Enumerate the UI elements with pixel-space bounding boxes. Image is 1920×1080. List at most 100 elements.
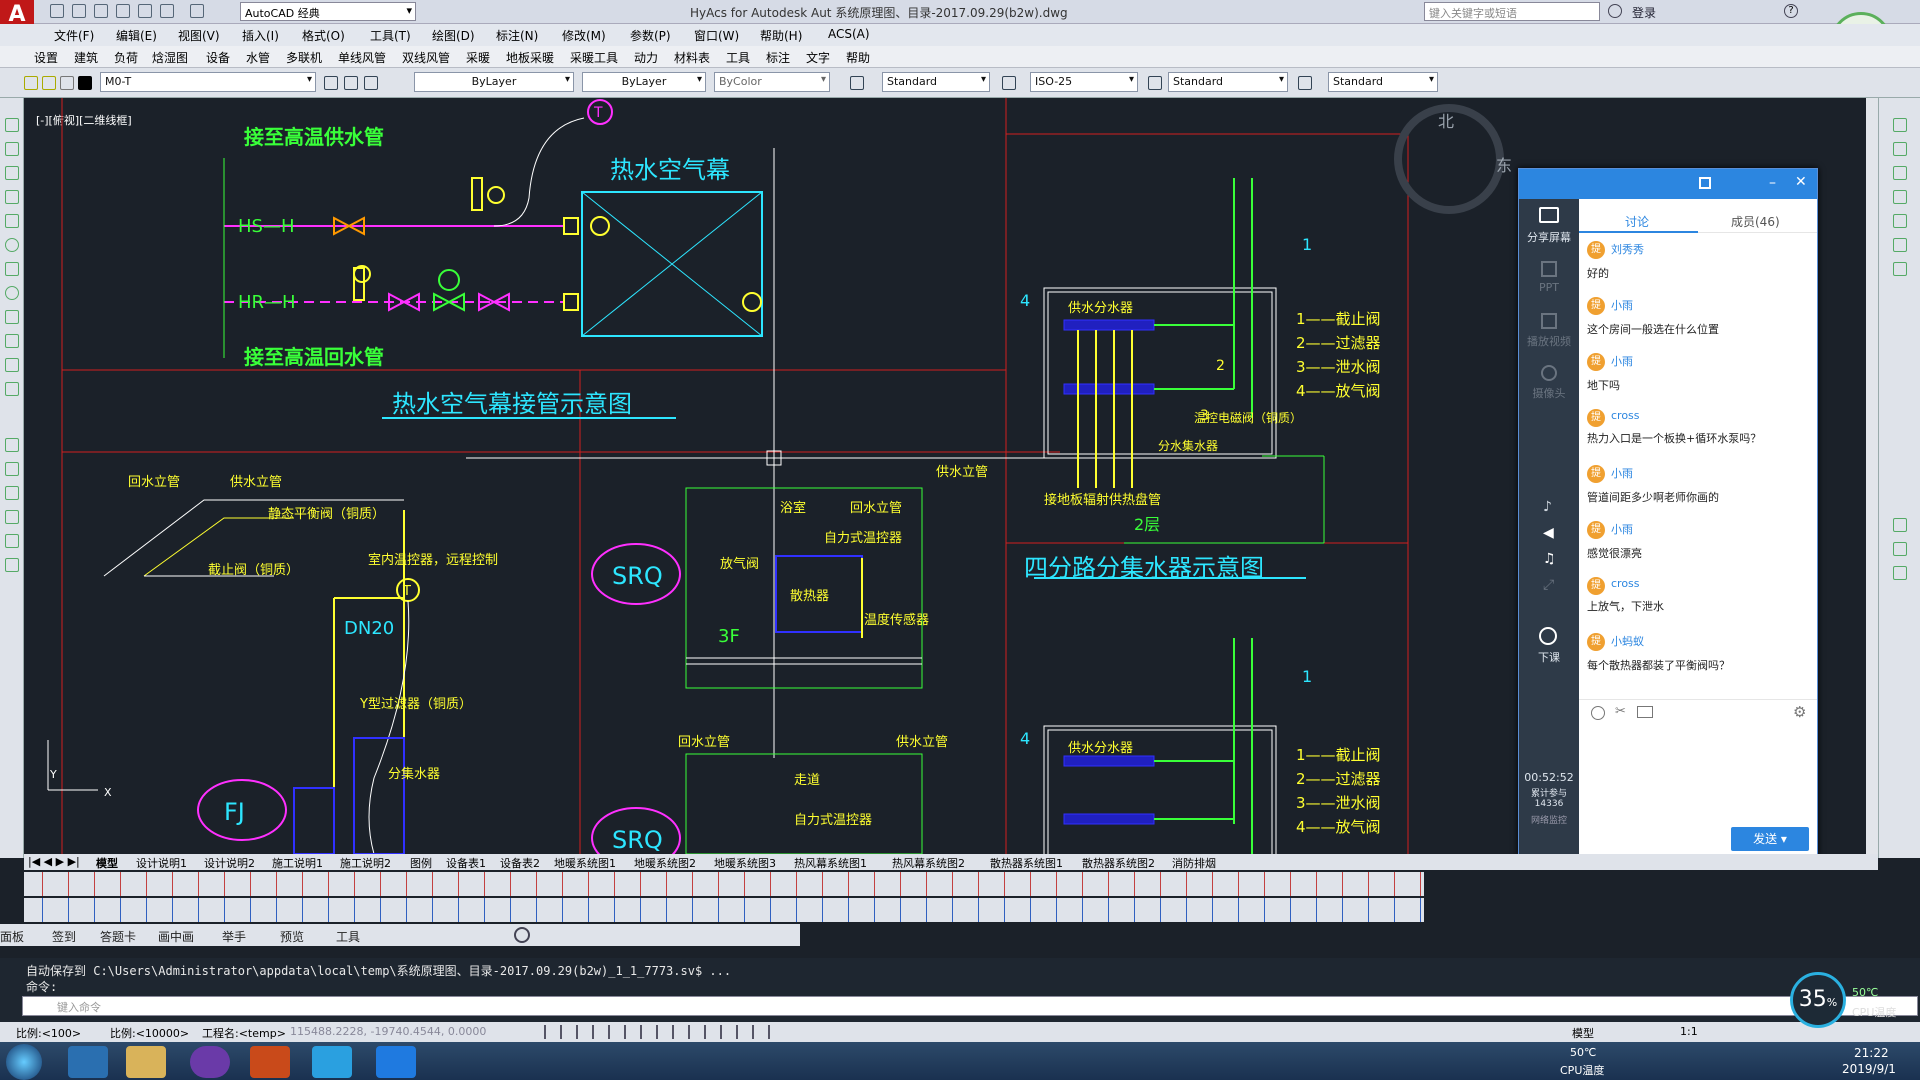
ppt-button[interactable]: PPT <box>1519 259 1579 299</box>
login-link[interactable]: 登录 <box>1632 4 1656 21</box>
scale-status-2[interactable]: 比例:<10000> <box>110 1025 189 1041</box>
model-space-button[interactable]: 模型 <box>1572 1025 1594 1041</box>
tab-layout-7[interactable]: 设备表2 <box>500 855 540 871</box>
orbit-icon[interactable] <box>1893 262 1907 276</box>
dim-angle-icon[interactable] <box>1893 190 1907 204</box>
preview-button[interactable]: 预览 <box>280 928 304 945</box>
camera-button[interactable]: 摄像头 <box>1519 363 1579 403</box>
workspace-select[interactable]: AutoCAD 经典 ▾ <box>240 2 416 21</box>
tab-model[interactable]: 模型 <box>96 855 118 871</box>
color-select[interactable]: ByColor ▾ <box>714 72 830 92</box>
panel-button[interactable]: 面板 <box>0 928 24 945</box>
menu-window[interactable]: 窗口(W) <box>694 27 739 44</box>
rectangle-tool-icon[interactable] <box>5 190 19 204</box>
tab-layout-14[interactable]: 散热器系统图2 <box>1082 855 1155 871</box>
tab-layout-11[interactable]: 热风幕系统图1 <box>794 855 867 871</box>
properties-icon[interactable] <box>1893 542 1907 556</box>
tab-layout-8[interactable]: 地暖系统图1 <box>554 855 616 871</box>
pin-icon[interactable] <box>1699 177 1711 189</box>
tools-button[interactable]: 工具 <box>336 928 360 945</box>
arc-tool-icon[interactable] <box>5 214 19 228</box>
match-props-icon[interactable] <box>1893 566 1907 580</box>
answer-card-button[interactable]: 答题卡 <box>100 928 136 945</box>
hy-menu-settings[interactable]: 设置 <box>34 49 58 66</box>
tab-layout-12[interactable]: 热风幕系统图2 <box>892 855 965 871</box>
volume-icon[interactable]: ◀ <box>1543 525 1554 541</box>
spline-tool-icon[interactable] <box>5 262 19 276</box>
menu-params[interactable]: 参数(P) <box>630 27 671 44</box>
table-style-icon[interactable] <box>1148 76 1162 90</box>
linetype-select[interactable]: ByLayer ▾ <box>414 72 574 92</box>
hatch-tool-icon[interactable] <box>5 334 19 348</box>
tab-layout-15[interactable]: 消防排烟 <box>1172 855 1216 871</box>
video-button[interactable]: 播放视频 <box>1519 311 1579 351</box>
text-style-icon[interactable] <box>850 76 864 90</box>
dimstyle-select[interactable]: ISO-25 ▾ <box>1030 72 1138 92</box>
tab-layout-10[interactable]: 地暖系统图3 <box>714 855 776 871</box>
tab-discuss[interactable]: 讨论 <box>1625 213 1649 230</box>
layer-icon[interactable] <box>1893 518 1907 532</box>
pan-icon[interactable] <box>1893 238 1907 252</box>
hvac-toolbar-2[interactable] <box>24 898 1424 922</box>
tab-layout-2[interactable]: 设计说明2 <box>204 855 255 871</box>
mic-icon[interactable]: ♪ <box>1543 499 1552 515</box>
zoom-icon[interactable] <box>1893 214 1907 228</box>
mleaderstyle-select[interactable]: Standard ▾ <box>1328 72 1438 92</box>
dim-radius-icon[interactable] <box>1893 166 1907 180</box>
snap-toggles[interactable] <box>530 1025 780 1039</box>
undo-icon[interactable] <box>160 4 174 18</box>
menu-edit[interactable]: 编辑(E) <box>116 27 157 44</box>
project-status[interactable]: 工程名:<temp> <box>202 1025 286 1041</box>
tab-layout-6[interactable]: 设备表1 <box>446 855 486 871</box>
share-screen-button[interactable]: 分享屏幕 <box>1519 205 1579 249</box>
menu-tools[interactable]: 工具(T) <box>370 27 411 44</box>
hy-menu-heating[interactable]: 采暖 <box>466 49 490 66</box>
layer-bulb-icon[interactable] <box>24 76 38 90</box>
saveas-icon[interactable] <box>116 4 130 18</box>
hy-menu-equipment[interactable]: 设备 <box>206 49 230 66</box>
send-button[interactable]: 发送 ▾ <box>1731 827 1809 851</box>
help-icon[interactable]: ? <box>1784 4 1798 18</box>
mirror-tool-icon[interactable] <box>5 486 19 500</box>
text-tool-icon[interactable] <box>5 382 19 396</box>
hy-menu-material[interactable]: 材料表 <box>674 49 710 66</box>
tablestyle-select[interactable]: Standard ▾ <box>1168 72 1288 92</box>
dim-aligned-icon[interactable] <box>1893 142 1907 156</box>
menu-view[interactable]: 视图(V) <box>178 27 220 44</box>
tab-nav-arrows[interactable]: |◀ ◀ ▶ ▶| <box>28 855 80 868</box>
polygon-tool-icon[interactable] <box>5 166 19 180</box>
hy-menu-heattools[interactable]: 采暖工具 <box>570 49 618 66</box>
move-tool-icon[interactable] <box>5 534 19 548</box>
hy-menu-annotate[interactable]: 标注 <box>766 49 790 66</box>
dim-style-icon[interactable] <box>1002 76 1016 90</box>
layer-match-icon[interactable] <box>364 76 378 90</box>
menu-format[interactable]: 格式(O) <box>302 27 345 44</box>
menu-dimension[interactable]: 标注(N) <box>496 27 538 44</box>
pip-button[interactable]: 画中画 <box>158 928 194 945</box>
close-icon[interactable]: ✕ <box>1795 174 1807 190</box>
ellipse-tool-icon[interactable] <box>5 286 19 300</box>
scissors-icon[interactable]: ✂ <box>1615 704 1626 719</box>
layer-lock-icon[interactable] <box>60 76 74 90</box>
line-tool-icon[interactable] <box>5 118 19 132</box>
erase-tool-icon[interactable] <box>5 438 19 452</box>
layer-select[interactable]: M0-T ▾ <box>100 72 316 92</box>
clock-time[interactable]: 21:22 <box>1854 1046 1889 1060</box>
tab-layout-4[interactable]: 施工说明2 <box>340 855 391 871</box>
wps-icon[interactable] <box>376 1046 416 1078</box>
vertical-scrollbar[interactable] <box>1866 98 1878 854</box>
copy-tool-icon[interactable] <box>5 462 19 476</box>
image-icon[interactable] <box>1637 706 1653 718</box>
dim-linear-icon[interactable] <box>1893 118 1907 132</box>
open-icon[interactable] <box>72 4 86 18</box>
clock-date[interactable]: 2019/9/1 <box>1842 1062 1896 1076</box>
user-icon[interactable] <box>1608 4 1622 18</box>
tab-layout-5[interactable]: 图例 <box>410 855 432 871</box>
viewcube[interactable]: 北 东 <box>1394 104 1512 214</box>
new-icon[interactable] <box>50 4 64 18</box>
scale-status[interactable]: 比例:<100> <box>16 1025 81 1041</box>
menu-insert[interactable]: 插入(I) <box>242 27 279 44</box>
save-icon[interactable] <box>94 4 108 18</box>
search-input[interactable]: 键入关键字或短语 <box>1424 2 1600 21</box>
layer-prev-icon[interactable] <box>324 76 338 90</box>
